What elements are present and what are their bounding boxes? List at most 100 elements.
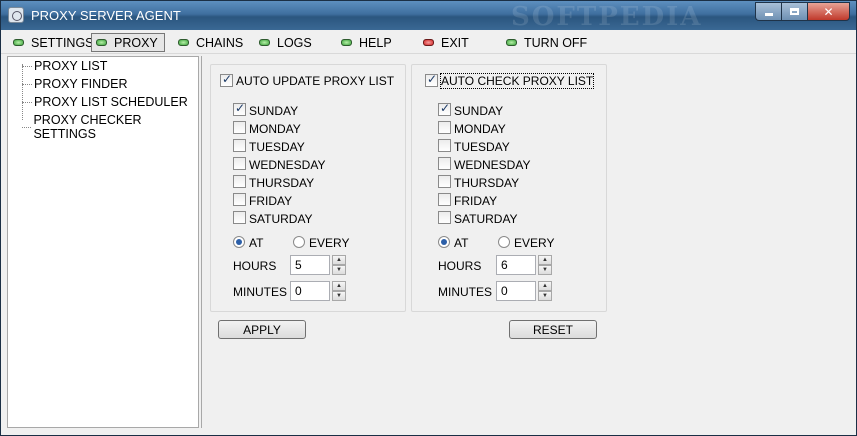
day-label: TUESDAY (454, 140, 510, 154)
tree-branch (22, 65, 32, 67)
check-friday-checkbox[interactable] (438, 193, 451, 206)
menu-logs-label: LOGS (277, 35, 312, 50)
menu-logs[interactable]: LOGS (255, 33, 312, 52)
menu-proxy[interactable]: PROXY (91, 33, 165, 52)
check-monday-checkbox[interactable] (438, 121, 451, 134)
tree-item-proxy-finder[interactable]: PROXY FINDER (22, 77, 128, 91)
apply-button[interactable]: APPLY (218, 320, 306, 339)
softpedia-watermark: SOFTPEDIA (511, 2, 703, 32)
update-minutes-input[interactable] (290, 281, 330, 301)
menu-bar: SETTINGS PROXY CHAINS LOGS HELP EXIT TUR… (1, 30, 856, 54)
update-sunday-checkbox[interactable] (233, 101, 246, 116)
tree-item-proxy-list[interactable]: PROXY LIST (22, 59, 107, 73)
led-green-icon (96, 39, 107, 46)
tree-item-proxy-list-scheduler[interactable]: PROXY LIST SCHEDULER (22, 95, 188, 109)
day-label: TUESDAY (249, 140, 305, 154)
auto-check-checkbox[interactable] (425, 72, 438, 87)
day-label: FRIDAY (249, 194, 293, 208)
spin-down-icon[interactable]: ▼ (332, 265, 346, 275)
update-saturday-checkbox[interactable] (233, 211, 246, 224)
update-minutes-stepper: ▲ ▼ (290, 281, 346, 301)
every-label: EVERY (514, 236, 555, 250)
minutes-label: MINUTES (233, 285, 287, 299)
menu-help[interactable]: HELP (337, 33, 392, 52)
close-icon: ✕ (823, 4, 834, 19)
proxy-tree: PROXY LIST PROXY FINDER PROXY LIST SCHED… (7, 56, 199, 428)
day-label: SATURDAY (454, 212, 518, 226)
check-hours-stepper: ▲ ▼ (496, 255, 552, 275)
check-at-radio[interactable] (438, 236, 450, 248)
update-friday-checkbox[interactable] (233, 193, 246, 206)
day-label: SUNDAY (249, 104, 299, 118)
check-tuesday-checkbox[interactable] (438, 139, 451, 152)
minimize-button[interactable] (755, 2, 781, 21)
every-label: EVERY (309, 236, 350, 250)
hours-label: HOURS (438, 259, 482, 273)
auto-update-label: AUTO UPDATE PROXY LIST (236, 74, 395, 88)
maximize-icon (790, 8, 799, 15)
tree-item-label: PROXY CHECKER SETTINGS (33, 113, 142, 141)
scheduler-panel: AUTO UPDATE PROXY LIST SUNDAY MONDAY TUE… (201, 56, 852, 428)
day-label: FRIDAY (454, 194, 498, 208)
menu-turn-off-label: TURN OFF (524, 35, 588, 50)
update-hours-input[interactable] (290, 255, 330, 275)
spin-up-icon[interactable]: ▲ (538, 255, 552, 265)
day-label: THURSDAY (249, 176, 315, 190)
tree-branch (22, 83, 32, 85)
check-thursday-checkbox[interactable] (438, 175, 451, 188)
check-every-radio[interactable] (498, 236, 510, 248)
spin-up-icon[interactable]: ▲ (332, 281, 346, 291)
update-tuesday-checkbox[interactable] (233, 139, 246, 152)
day-label: MONDAY (454, 122, 506, 136)
app-icon[interactable] (8, 7, 24, 23)
menu-proxy-label: PROXY (114, 35, 158, 50)
spin-down-icon[interactable]: ▼ (538, 291, 552, 301)
at-label: AT (249, 236, 264, 250)
spin-down-icon[interactable]: ▼ (332, 291, 346, 301)
day-label: WEDNESDAY (249, 158, 326, 172)
close-button[interactable]: ✕ (807, 2, 850, 21)
title-bar[interactable]: PROXY SERVER AGENT SOFTPEDIA ✕ (1, 1, 856, 32)
spin-up-icon[interactable]: ▲ (332, 255, 346, 265)
tree-item-label: PROXY LIST SCHEDULER (34, 95, 188, 109)
update-hours-stepper: ▲ ▼ (290, 255, 346, 275)
led-green-icon (341, 39, 352, 46)
at-label: AT (454, 236, 469, 250)
auto-check-label: AUTO CHECK PROXY LIST (439, 73, 595, 89)
reset-button[interactable]: RESET (509, 320, 597, 339)
minutes-label: MINUTES (438, 285, 492, 299)
update-wednesday-checkbox[interactable] (233, 157, 246, 170)
update-thursday-checkbox[interactable] (233, 175, 246, 188)
led-green-icon (506, 39, 517, 46)
menu-exit[interactable]: EXIT (419, 33, 469, 52)
maximize-button[interactable] (781, 2, 807, 21)
check-saturday-checkbox[interactable] (438, 211, 451, 224)
menu-settings[interactable]: SETTINGS (9, 33, 94, 52)
check-minutes-stepper: ▲ ▼ (496, 281, 552, 301)
check-hours-input[interactable] (496, 255, 536, 275)
spin-up-icon[interactable]: ▲ (538, 281, 552, 291)
check-wednesday-checkbox[interactable] (438, 157, 451, 170)
check-minutes-input[interactable] (496, 281, 536, 301)
spin-down-icon[interactable]: ▼ (538, 265, 552, 275)
update-monday-checkbox[interactable] (233, 121, 246, 134)
tree-item-label: PROXY LIST (34, 59, 108, 73)
led-green-icon (13, 39, 24, 46)
tree-branch (22, 126, 32, 128)
menu-turn-off[interactable]: TURN OFF (502, 33, 587, 52)
update-at-radio[interactable] (233, 236, 245, 248)
auto-update-checkbox[interactable] (220, 72, 233, 87)
day-label: MONDAY (249, 122, 301, 136)
tree-item-proxy-checker-settings[interactable]: PROXY CHECKER SETTINGS (22, 113, 198, 141)
menu-chains-label: CHAINS (196, 35, 244, 50)
menu-help-label: HELP (359, 35, 392, 50)
update-every-radio[interactable] (293, 236, 305, 248)
menu-chains[interactable]: CHAINS (174, 33, 243, 52)
day-label: WEDNESDAY (454, 158, 531, 172)
day-label: SUNDAY (454, 104, 504, 118)
day-label: SATURDAY (249, 212, 313, 226)
led-green-icon (259, 39, 270, 46)
tree-branch (22, 101, 32, 103)
window-controls: ✕ (755, 2, 850, 21)
check-sunday-checkbox[interactable] (438, 101, 451, 116)
